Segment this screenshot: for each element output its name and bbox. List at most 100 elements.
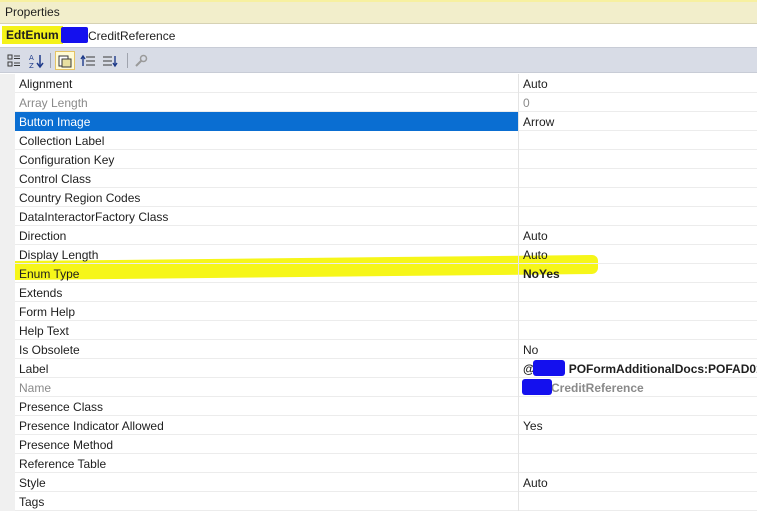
property-value[interactable]: [519, 169, 757, 188]
property-name[interactable]: Tags: [15, 492, 518, 511]
property-pages-icon: [58, 55, 72, 67]
property-name[interactable]: Presence Method: [15, 435, 518, 454]
property-name[interactable]: Control Class: [15, 169, 518, 188]
property-row[interactable]: Array Length 0: [0, 93, 757, 112]
row-gutter: [0, 340, 15, 359]
property-value[interactable]: [519, 397, 757, 416]
property-row[interactable]: Presence Indicator Allowed Yes: [0, 416, 757, 435]
property-value[interactable]: No: [519, 340, 757, 359]
alphabetical-sort-icon: A Z: [29, 54, 44, 69]
row-gutter: [0, 226, 15, 245]
property-value[interactable]: [519, 492, 757, 511]
property-name[interactable]: Display Length: [15, 245, 518, 264]
property-value[interactable]: Auto: [519, 473, 757, 492]
title-accent: [0, 0, 757, 2]
row-gutter: [0, 207, 15, 226]
property-row[interactable]: Is Obsolete No: [0, 340, 757, 359]
row-gutter: [0, 378, 15, 397]
redaction-mark: [61, 27, 88, 43]
property-value[interactable]: Yes: [519, 416, 757, 435]
property-value[interactable]: Auto: [519, 226, 757, 245]
property-value[interactable]: [519, 454, 757, 473]
row-gutter: [0, 264, 15, 283]
row-gutter: [0, 74, 15, 93]
property-row[interactable]: Help Text: [0, 321, 757, 340]
row-gutter: [0, 283, 15, 302]
row-gutter: [0, 302, 15, 321]
property-name[interactable]: Label: [15, 359, 518, 378]
label-rest: POFormAdditionalDocs:POFAD01: [568, 362, 757, 376]
property-pages-button[interactable]: [55, 51, 75, 70]
property-name[interactable]: Name: [15, 378, 518, 397]
property-row[interactable]: Enum Type NoYes: [0, 264, 757, 283]
property-name[interactable]: Form Help: [15, 302, 518, 321]
property-name[interactable]: Help Text: [15, 321, 518, 340]
wrench-icon: [135, 54, 148, 67]
property-name[interactable]: Button Image: [15, 112, 518, 131]
property-value[interactable]: [519, 131, 757, 150]
property-value[interactable]: 0: [519, 93, 757, 112]
property-name[interactable]: Style: [15, 473, 518, 492]
property-name[interactable]: Presence Indicator Allowed: [15, 416, 518, 435]
property-value[interactable]: [519, 283, 757, 302]
property-value[interactable]: Auto: [519, 245, 757, 264]
property-value[interactable]: [519, 150, 757, 169]
alphabetical-sort-button[interactable]: A Z: [26, 51, 46, 70]
svg-text:Z: Z: [29, 62, 34, 69]
move-up-button[interactable]: [78, 51, 98, 70]
row-gutter: [0, 473, 15, 492]
property-row[interactable]: Reference Table: [0, 454, 757, 473]
move-up-icon: [80, 54, 95, 66]
row-gutter: [0, 359, 15, 378]
property-name[interactable]: DataInteractorFactory Class: [15, 207, 518, 226]
redaction-mark: [533, 360, 565, 376]
property-row[interactable]: Alignment Auto: [0, 74, 757, 93]
property-row[interactable]: Extends: [0, 283, 757, 302]
property-row[interactable]: Collection Label: [0, 131, 757, 150]
move-down-button[interactable]: [100, 51, 120, 70]
property-row[interactable]: Configuration Key: [0, 150, 757, 169]
property-row[interactable]: Label @ POFormAdditionalDocs:POFAD01: [0, 359, 757, 378]
move-down-icon: [103, 55, 118, 67]
property-value[interactable]: Arrow: [519, 112, 757, 131]
property-row[interactable]: Style Auto: [0, 473, 757, 492]
redaction-mark: [522, 379, 552, 395]
wrench-button[interactable]: [131, 51, 151, 70]
property-row[interactable]: Display Length Auto: [0, 245, 757, 264]
property-row[interactable]: Tags: [0, 492, 757, 511]
object-name: CreditReference: [88, 29, 176, 43]
property-row[interactable]: Direction Auto: [0, 226, 757, 245]
property-row[interactable]: Control Class: [0, 169, 757, 188]
property-value[interactable]: NoYes: [519, 264, 757, 283]
toolbar-separator: [50, 53, 51, 68]
property-name[interactable]: Presence Class: [15, 397, 518, 416]
property-value[interactable]: [519, 321, 757, 340]
property-name[interactable]: Enum Type: [15, 264, 518, 283]
property-row[interactable]: Form Help: [0, 302, 757, 321]
property-name[interactable]: Reference Table: [15, 454, 518, 473]
property-name[interactable]: Collection Label: [15, 131, 518, 150]
property-name[interactable]: Configuration Key: [15, 150, 518, 169]
property-row[interactable]: Country Region Codes: [0, 188, 757, 207]
property-value[interactable]: [519, 302, 757, 321]
property-row[interactable]: Presence Class: [0, 397, 757, 416]
property-row[interactable]: Button Image Arrow: [0, 112, 757, 131]
property-value[interactable]: Auto: [519, 74, 757, 93]
property-value[interactable]: [519, 188, 757, 207]
property-row[interactable]: Presence Method: [0, 435, 757, 454]
property-value[interactable]: [519, 207, 757, 226]
property-value[interactable]: [519, 435, 757, 454]
property-name[interactable]: Alignment: [15, 74, 518, 93]
toolbar-separator: [127, 53, 128, 68]
object-header: EdtEnum CreditReference: [0, 24, 757, 46]
property-name[interactable]: Country Region Codes: [15, 188, 518, 207]
property-row[interactable]: Name CreditReference: [0, 378, 757, 397]
property-name[interactable]: Extends: [15, 283, 518, 302]
categorized-view-button[interactable]: [4, 51, 24, 70]
property-row[interactable]: DataInteractorFactory Class: [0, 207, 757, 226]
property-name[interactable]: Is Obsolete: [15, 340, 518, 359]
row-gutter: [0, 245, 15, 264]
property-name[interactable]: Direction: [15, 226, 518, 245]
property-name[interactable]: Array Length: [15, 93, 518, 112]
property-value[interactable]: CreditReference: [519, 378, 757, 397]
